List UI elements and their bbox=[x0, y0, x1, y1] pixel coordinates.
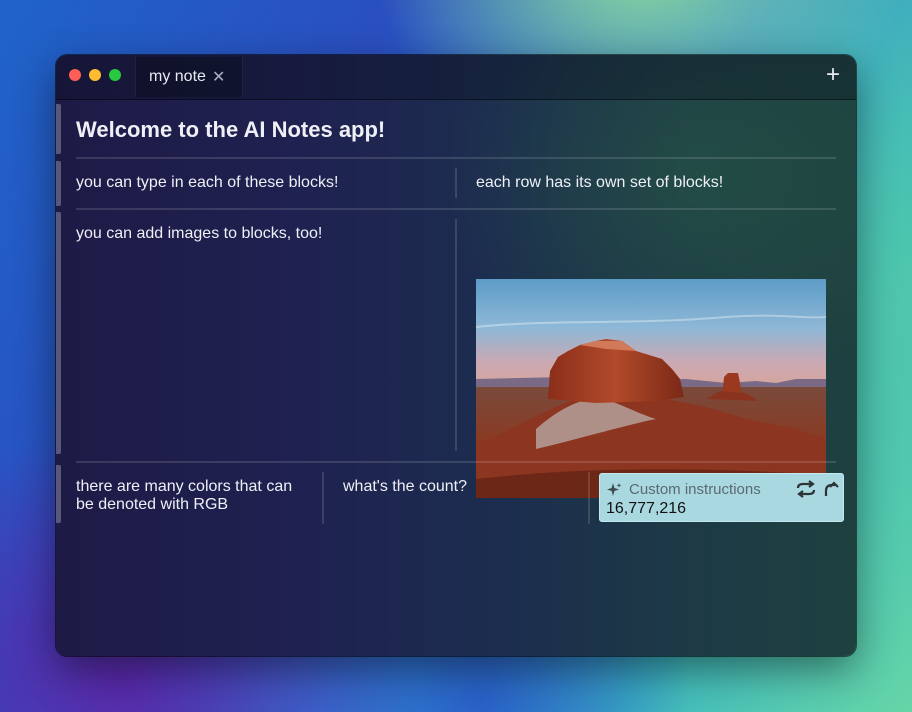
close-window-button[interactable] bbox=[69, 69, 81, 81]
sparkle-icon bbox=[607, 483, 622, 496]
row-drag-handle[interactable] bbox=[56, 104, 61, 154]
custom-instructions-input[interactable]: Custom instructions bbox=[629, 481, 761, 498]
row-divider bbox=[76, 461, 836, 463]
ai-response-text[interactable]: 16,777,216 bbox=[606, 500, 686, 518]
row-divider bbox=[76, 157, 836, 159]
ai-block[interactable]: Custom instructions 16,777,216 bbox=[599, 473, 844, 522]
row-divider bbox=[76, 208, 836, 210]
block-divider[interactable] bbox=[322, 472, 324, 524]
regenerate-icon[interactable] bbox=[795, 480, 817, 498]
note-heading[interactable]: Welcome to the AI Notes app! bbox=[76, 117, 385, 143]
row-drag-handle[interactable] bbox=[56, 161, 61, 206]
desktop-background: my note ✕ + Welcome to the AI Notes app!… bbox=[0, 0, 912, 712]
app-window: my note ✕ + Welcome to the AI Notes app!… bbox=[56, 55, 856, 656]
text-block[interactable]: each row has its own set of blocks! bbox=[476, 174, 836, 192]
title-bar: my note ✕ + bbox=[56, 55, 856, 100]
tab-close-icon[interactable]: ✕ bbox=[212, 67, 225, 87]
minimize-window-button[interactable] bbox=[89, 69, 101, 81]
text-block[interactable]: you can type in each of these blocks! bbox=[76, 174, 446, 192]
zoom-window-button[interactable] bbox=[109, 69, 121, 81]
block-divider[interactable] bbox=[588, 472, 590, 524]
block-divider[interactable] bbox=[455, 168, 457, 198]
new-tab-button[interactable]: + bbox=[826, 63, 840, 87]
text-block[interactable]: what's the count? bbox=[343, 478, 578, 496]
desert-butte-photo[interactable] bbox=[476, 279, 826, 498]
tab-my-note[interactable]: my note ✕ bbox=[135, 57, 243, 97]
block-divider[interactable] bbox=[455, 219, 457, 451]
text-block[interactable]: you can add images to blocks, too! bbox=[76, 225, 446, 243]
send-icon[interactable] bbox=[823, 479, 839, 497]
row-drag-handle[interactable] bbox=[56, 212, 61, 454]
text-block[interactable]: there are many colors that can be denote… bbox=[76, 478, 311, 514]
note-editor: Welcome to the AI Notes app! you can typ… bbox=[56, 100, 856, 656]
tab-label: my note bbox=[149, 68, 206, 85]
row-drag-handle[interactable] bbox=[56, 465, 61, 523]
desert-butte-image bbox=[476, 279, 826, 498]
